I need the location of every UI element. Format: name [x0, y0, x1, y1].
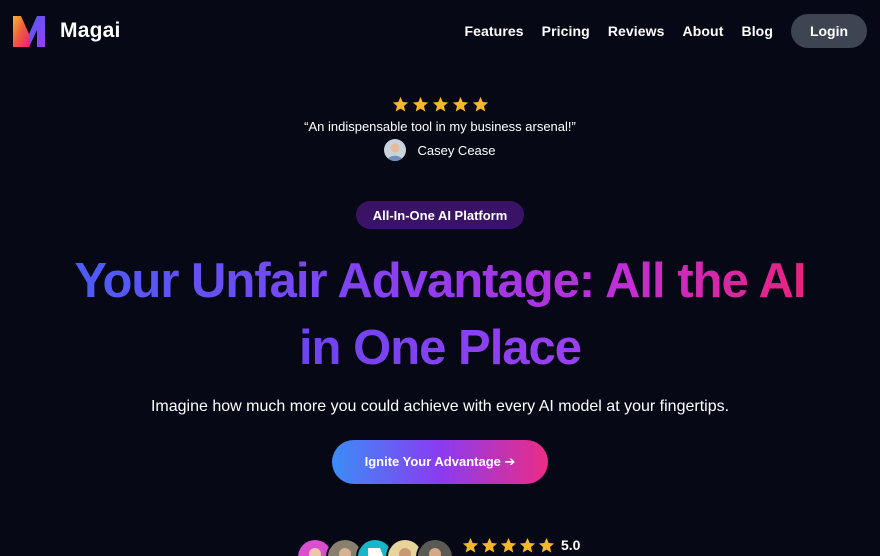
star-icon — [481, 537, 498, 552]
star-icon — [472, 96, 488, 112]
star-icon — [538, 537, 555, 552]
testimonial-quote: “An indispensable tool in my business ar… — [304, 119, 576, 134]
hero-subtitle: Imagine how much more you could achieve … — [150, 398, 730, 415]
platform-badge: All-In-One AI Platform — [356, 201, 524, 229]
landing-page: Magai Features Pricing Reviews About Blo… — [0, 0, 880, 556]
nav-link-blog[interactable]: Blog — [741, 23, 773, 39]
star-icon — [462, 537, 479, 552]
star-icon — [452, 96, 468, 112]
star-icon — [519, 537, 536, 552]
rating-value: 5.0 — [561, 537, 581, 553]
hero-headline: Your Unfair Advantage: All the AI in One… — [20, 248, 860, 382]
brand-logo-link[interactable]: Magai — [12, 14, 121, 48]
nav-link-about[interactable]: About — [683, 23, 724, 39]
star-icon — [412, 96, 428, 112]
star-icon — [392, 96, 408, 112]
testimonial-rating — [0, 96, 880, 113]
hero-headline-line1: Your Unfair Advantage: All the AI — [74, 254, 806, 308]
nav-link-features[interactable]: Features — [464, 23, 523, 39]
user-avatars — [296, 538, 454, 556]
top-nav: Features Pricing Reviews About Blog Logi… — [464, 14, 867, 48]
testimonial-author: Casey Cease — [0, 139, 880, 161]
magai-logo-icon — [13, 16, 45, 47]
overall-rating-stars — [462, 537, 555, 554]
author-avatar — [384, 139, 407, 161]
nav-link-reviews[interactable]: Reviews — [608, 23, 665, 39]
brand-name: Magai — [60, 19, 121, 42]
author-name: Casey Cease — [417, 142, 496, 158]
hero-headline-line2: in One Place — [298, 321, 582, 375]
star-icon — [432, 96, 448, 112]
star-icon — [500, 537, 517, 552]
login-button[interactable]: Login — [791, 14, 867, 48]
avatar — [416, 538, 454, 556]
social-proof: 5.0 — [296, 537, 581, 556]
ignite-advantage-button[interactable]: Ignite Your Advantage ➔ — [332, 440, 548, 484]
nav-link-pricing[interactable]: Pricing — [542, 23, 590, 39]
